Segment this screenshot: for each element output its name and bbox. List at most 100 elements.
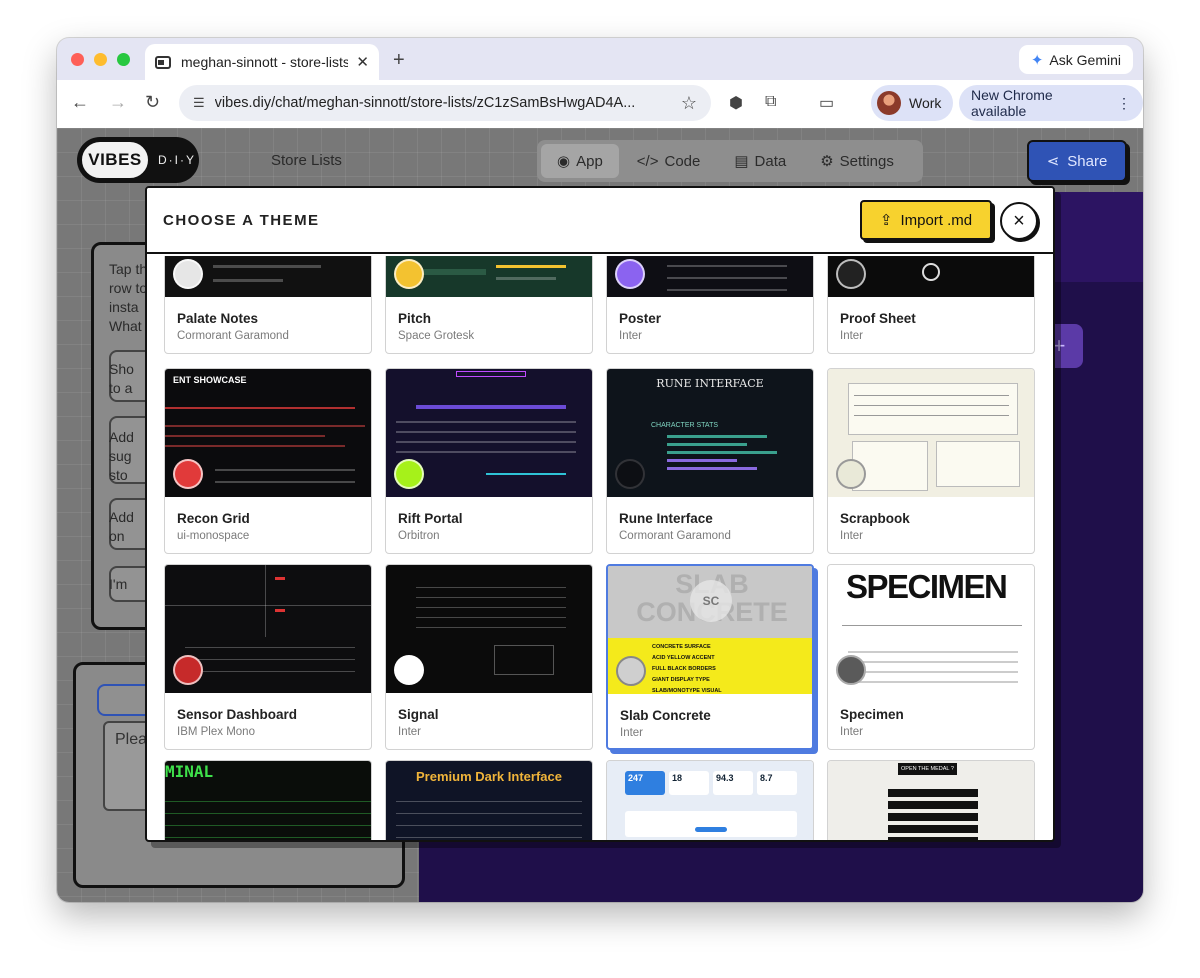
- theme-color-dot: [615, 459, 645, 489]
- theme-preview: [165, 565, 371, 693]
- stat-tile: 247: [625, 771, 665, 795]
- tab-data[interactable]: ▤ Data: [718, 144, 802, 178]
- update-label: New Chrome available: [971, 87, 1053, 119]
- close-modal-button[interactable]: ×: [1000, 202, 1038, 240]
- preview-title: ENT SHOWCASE: [173, 375, 247, 385]
- theme-preview: [386, 256, 592, 297]
- update-chrome-button[interactable]: New Chrome available ⋮: [959, 85, 1143, 121]
- more-menu-icon[interactable]: ⋮: [1117, 95, 1131, 112]
- cast-icon[interactable]: ▭: [819, 93, 834, 113]
- tab-app[interactable]: ◉ App: [541, 144, 619, 178]
- browser-tab[interactable]: meghan-sinnott - store-lists ✕: [145, 44, 379, 80]
- theme-grid: Palate Notes Cormorant Garamond Pitch Sp…: [147, 256, 1053, 840]
- theme-preview: 247 18 94.3 8.7: [607, 761, 813, 840]
- theme-name: Recon Grid: [177, 511, 250, 526]
- share-label: Share: [1067, 152, 1108, 170]
- reload-icon[interactable]: ↻: [145, 92, 160, 113]
- theme-card[interactable]: Scrapbook Inter: [827, 368, 1035, 554]
- theme-card[interactable]: MINAL: [164, 760, 372, 840]
- theme-card-selected[interactable]: SLAB CONCRETE SC CONCRETE SURFACE ACID Y…: [606, 564, 814, 750]
- back-icon[interactable]: ←: [71, 92, 89, 113]
- theme-card[interactable]: OPEN THE MEDAL ?: [827, 760, 1035, 840]
- extension-shield-icon[interactable]: ⬢: [729, 93, 743, 113]
- theme-preview: [607, 256, 813, 297]
- theme-font: Inter: [840, 530, 864, 542]
- site-info-icon[interactable]: ☰: [193, 95, 205, 111]
- tab-app-label: App: [576, 152, 603, 170]
- theme-preview: SLAB CONCRETE SC CONCRETE SURFACE ACID Y…: [608, 566, 812, 694]
- bg-text-line: insta: [109, 299, 139, 315]
- theme-font: Inter: [840, 330, 864, 342]
- profile-button[interactable]: Work: [871, 85, 954, 121]
- bg-suggestion-text: Add: [109, 509, 134, 525]
- preview-row: FULL BLACK BORDERS: [652, 666, 716, 672]
- bg-suggestion-text: on: [109, 528, 125, 544]
- url-text: vibes.diy/chat/meghan-sinnott/store-list…: [214, 95, 636, 111]
- extensions-puzzle-icon[interactable]: ⧉: [765, 93, 776, 111]
- browser-window: meghan-sinnott - store-lists ✕ + ✦ Ask G…: [57, 38, 1143, 902]
- theme-card[interactable]: Rift Portal Orbitron: [385, 368, 593, 554]
- theme-color-dot: [394, 459, 424, 489]
- theme-card[interactable]: Proof Sheet Inter: [827, 256, 1035, 354]
- share-button[interactable]: ⋖ Share: [1027, 140, 1127, 182]
- theme-font: Orbitron: [398, 530, 440, 542]
- theme-font: Inter: [619, 330, 643, 342]
- theme-color-dot: [616, 656, 646, 686]
- theme-preview: [828, 256, 1034, 297]
- theme-color-dot: [836, 655, 866, 685]
- preview-badge: SC: [690, 580, 732, 622]
- minimize-window-button[interactable]: [94, 53, 107, 66]
- theme-card[interactable]: Palate Notes Cormorant Garamond: [164, 256, 372, 354]
- modal-header: CHOOSE A THEME ⇪ Import .md ×: [147, 188, 1053, 254]
- bg-suggestion-text: Sho: [109, 361, 134, 377]
- bg-suggestion-text: Add: [109, 429, 134, 445]
- preview-title: RUNE INTERFACE: [656, 377, 764, 390]
- theme-card[interactable]: Signal Inter: [385, 564, 593, 750]
- theme-card[interactable]: Poster Inter: [606, 256, 814, 354]
- ask-gemini-button[interactable]: ✦ Ask Gemini: [1018, 45, 1133, 74]
- tab-code-label: Code: [664, 152, 701, 170]
- tab-code[interactable]: </> Code: [621, 144, 717, 178]
- theme-name: Scrapbook: [840, 511, 910, 526]
- logo-sub: D·I·Y: [158, 153, 196, 167]
- theme-card[interactable]: RUNE INTERFACE CHARACTER STATS Rune Inte…: [606, 368, 814, 554]
- theme-name: Sensor Dashboard: [177, 707, 298, 722]
- bg-text-line: row to: [109, 280, 148, 296]
- tab-close-icon[interactable]: ✕: [356, 53, 369, 71]
- forward-icon[interactable]: →: [109, 92, 127, 113]
- stat-tile: 94.3: [713, 771, 753, 795]
- tab-settings[interactable]: ⚙ Settings: [804, 144, 910, 178]
- theme-color-dot: [173, 655, 203, 685]
- data-icon: ▤: [734, 153, 749, 170]
- new-tab-button[interactable]: +: [393, 49, 405, 72]
- vibes-logo[interactable]: VIBES D·I·Y: [77, 137, 199, 183]
- theme-color-dot: [615, 259, 645, 289]
- address-bar[interactable]: ☰ vibes.diy/chat/meghan-sinnott/store-li…: [179, 85, 711, 121]
- theme-color-dot: [394, 259, 424, 289]
- zoom-window-button[interactable]: [117, 53, 130, 66]
- avatar: [877, 91, 901, 115]
- theme-modal: CHOOSE A THEME ⇪ Import .md × Palate Not…: [145, 186, 1055, 842]
- theme-card[interactable]: Pitch Space Grotesk: [385, 256, 593, 354]
- theme-card[interactable]: Sensor Dashboard IBM Plex Mono: [164, 564, 372, 750]
- bookmark-star-icon[interactable]: ☆: [681, 93, 697, 114]
- theme-color-dot: [836, 259, 866, 289]
- close-window-button[interactable]: [71, 53, 84, 66]
- project-name[interactable]: Store Lists: [271, 152, 342, 169]
- gear-icon: ⚙: [820, 153, 834, 170]
- theme-card[interactable]: SPECIMEN Specimen Inter: [827, 564, 1035, 750]
- theme-card[interactable]: ENT SHOWCASE Recon Grid ui-monospace: [164, 368, 372, 554]
- theme-card[interactable]: Premium Dark Interface: [385, 760, 593, 840]
- bg-text-line: What: [109, 318, 142, 334]
- tab-title: meghan-sinnott - store-lists: [181, 54, 349, 70]
- theme-preview: [386, 565, 592, 693]
- theme-card[interactable]: 247 18 94.3 8.7: [606, 760, 814, 840]
- import-md-button[interactable]: ⇪ Import .md: [860, 200, 992, 240]
- theme-name: Specimen: [840, 707, 904, 722]
- bg-suggestion-text: sto: [109, 467, 128, 483]
- ask-gemini-label: Ask Gemini: [1049, 51, 1121, 68]
- theme-name: Proof Sheet: [840, 311, 916, 326]
- stat-tile: 18: [669, 771, 709, 795]
- theme-preview: RUNE INTERFACE CHARACTER STATS: [607, 369, 813, 497]
- theme-preview: [828, 369, 1034, 497]
